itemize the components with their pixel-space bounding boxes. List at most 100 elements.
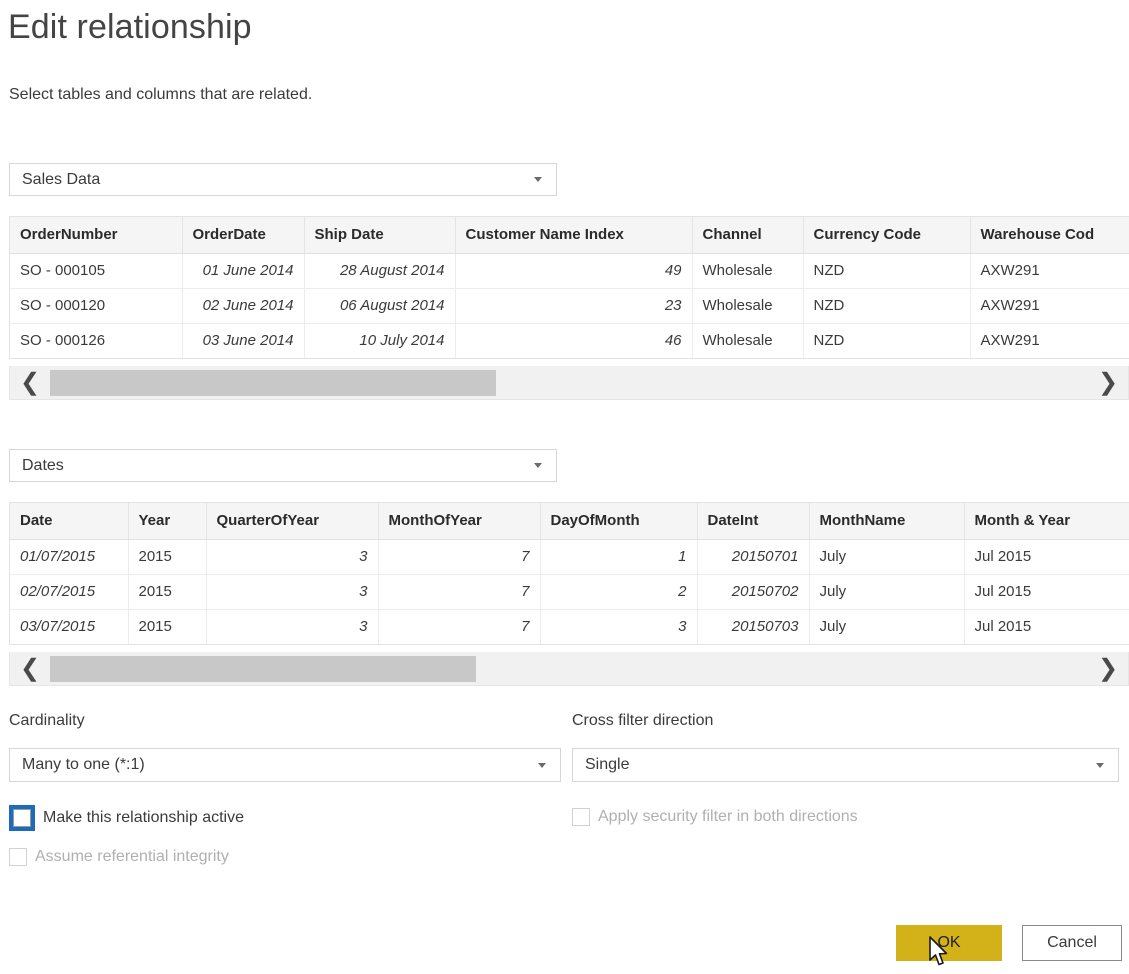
table-cell: 06 August 2014 — [304, 288, 456, 324]
column-header[interactable]: QuarterOfYear — [206, 503, 379, 540]
table-cell: NZD — [803, 253, 971, 289]
table-cell: July — [809, 539, 965, 575]
table-cell: Wholesale — [692, 253, 804, 289]
checkbox-icon — [9, 848, 27, 866]
table-cell: AXW291 — [970, 323, 1129, 358]
table-row: 01/07/2015 2015 3 7 1 20150701 July Jul 2015 — [10, 539, 1129, 575]
apply-security-filter-label: Apply security filter in both directions — [598, 808, 858, 825]
scroll-right-icon[interactable]: ❯ — [1088, 653, 1128, 685]
preview-grid-primary: OrderNumber OrderDate Ship Date Customer Na… — [9, 216, 1129, 359]
make-relationship-active-label: Make this relationship active — [43, 809, 244, 826]
cancel-button[interactable]: Cancel — [1022, 925, 1122, 961]
scrollbar-thumb[interactable] — [50, 369, 497, 396]
cardinality-select[interactable]: Many to one (*:1) — [9, 748, 561, 782]
make-relationship-active-checkbox[interactable]: Make this relationship active — [9, 805, 244, 831]
preview-grid-related: Date Year QuarterOfYear MonthOfYear DayOfMon… — [9, 502, 1129, 645]
table-cell: 1 — [540, 539, 698, 575]
table-cell: 2015 — [128, 574, 207, 610]
table-cell: 7 — [378, 574, 541, 610]
table-row: SO - 000105 01 June 2014 28 August 2014 49 W… — [10, 253, 1129, 289]
table-cell: 01 June 2014 — [182, 253, 305, 289]
table-row: 03/07/2015 2015 3 7 3 20150703 July Jul 2015 — [10, 609, 1129, 644]
edit-relationship-dialog: Edit relationship Select tables and colu… — [0, 0, 1129, 974]
preview-table-primary: OrderNumber OrderDate Ship Date Customer Na… — [10, 217, 1129, 358]
chevron-down-icon — [534, 463, 542, 468]
assume-referential-integrity-checkbox: Assume referential integrity — [9, 848, 229, 866]
focus-ring — [9, 805, 35, 831]
scrollbar-thumb[interactable] — [50, 655, 476, 682]
table-cell: July — [809, 574, 965, 610]
table-cell: 3 — [206, 609, 379, 644]
table-cell: SO - 000120 — [10, 288, 183, 324]
dialog-subtitle: Select tables and columns that are relat… — [9, 86, 313, 103]
preview-table-related: Date Year QuarterOfYear MonthOfYear DayOfMon… — [10, 503, 1129, 644]
scrollbar-track[interactable] — [50, 653, 1088, 684]
column-header[interactable]: OrderDate — [182, 217, 305, 254]
table-select-primary[interactable]: Sales Data — [9, 163, 557, 196]
column-header[interactable]: Customer Name Index — [455, 217, 693, 254]
table-cell: 02 June 2014 — [182, 288, 305, 324]
horizontal-scrollbar-related[interactable]: ❮ ❯ — [9, 652, 1129, 686]
column-header[interactable]: DateInt — [697, 503, 810, 540]
table-cell: 2015 — [128, 609, 207, 644]
column-header[interactable]: Date — [10, 503, 129, 540]
table-cell: 28 August 2014 — [304, 253, 456, 289]
table-body: SO - 000105 01 June 2014 28 August 2014 49 W… — [10, 253, 1129, 358]
cross-filter-direction-label: Cross filter direction — [572, 712, 714, 729]
column-header[interactable]: Warehouse Cod — [970, 217, 1129, 254]
table-cell: 46 — [455, 323, 693, 358]
cross-filter-direction-select[interactable]: Single — [572, 748, 1119, 782]
table-select-related[interactable]: Dates — [9, 449, 557, 482]
column-header[interactable]: OrderNumber — [10, 217, 183, 254]
table-cell: Jul 2015 — [964, 574, 1129, 610]
column-header[interactable]: Month & Year — [964, 503, 1129, 540]
scroll-left-icon[interactable]: ❮ — [10, 653, 50, 685]
table-body: 01/07/2015 2015 3 7 1 20150701 July Jul 2015 02/… — [10, 539, 1129, 644]
table-cell: 23 — [455, 288, 693, 324]
table-cell: 2015 — [128, 539, 207, 575]
table-cell: 01/07/2015 — [10, 539, 129, 575]
cardinality-label: Cardinality — [9, 712, 85, 729]
table-cell: 10 July 2014 — [304, 323, 456, 358]
column-header[interactable]: MonthName — [809, 503, 965, 540]
table-cell: 2 — [540, 574, 698, 610]
horizontal-scrollbar-primary[interactable]: ❮ ❯ — [9, 366, 1129, 400]
scrollbar-track[interactable] — [50, 367, 1088, 398]
table-cell: 7 — [378, 609, 541, 644]
column-header[interactable]: Currency Code — [803, 217, 971, 254]
table-cell: 20150703 — [697, 609, 810, 644]
table-header-row: OrderNumber OrderDate Ship Date Customer Na… — [10, 217, 1129, 254]
table-row: SO - 000120 02 June 2014 06 August 2014 23 W… — [10, 288, 1129, 324]
table-cell: AXW291 — [970, 288, 1129, 324]
ok-button[interactable]: OK — [896, 925, 1002, 961]
table-cell: 7 — [378, 539, 541, 575]
column-header[interactable]: DayOfMonth — [540, 503, 698, 540]
checkbox-icon[interactable] — [13, 809, 31, 827]
table-cell: SO - 000105 — [10, 253, 183, 289]
table-cell: 20150701 — [697, 539, 810, 575]
column-header[interactable]: Ship Date — [304, 217, 456, 254]
table-select-related-value: Dates — [22, 456, 64, 474]
table-cell: 49 — [455, 253, 693, 289]
table-cell: Wholesale — [692, 323, 804, 358]
table-cell: July — [809, 609, 965, 644]
column-header[interactable]: Year — [128, 503, 207, 540]
scroll-right-icon[interactable]: ❯ — [1088, 367, 1128, 399]
table-cell: Jul 2015 — [964, 609, 1129, 644]
cross-filter-direction-value: Single — [585, 756, 630, 773]
table-row: SO - 000126 03 June 2014 10 July 2014 46 Who… — [10, 323, 1129, 358]
table-cell: SO - 000126 — [10, 323, 183, 358]
column-header[interactable]: Channel — [692, 217, 804, 254]
table-cell: NZD — [803, 323, 971, 358]
cardinality-value: Many to one (*:1) — [22, 756, 145, 773]
column-header[interactable]: MonthOfYear — [378, 503, 541, 540]
table-row: 02/07/2015 2015 3 7 2 20150702 July Jul 2015 — [10, 574, 1129, 610]
table-header-row: Date Year QuarterOfYear MonthOfYear DayOfMon… — [10, 503, 1129, 540]
table-cell: Wholesale — [692, 288, 804, 324]
table-cell: 3 — [540, 609, 698, 644]
scroll-left-icon[interactable]: ❮ — [10, 367, 50, 399]
table-cell: NZD — [803, 288, 971, 324]
table-cell: 02/07/2015 — [10, 574, 129, 610]
apply-security-filter-checkbox: Apply security filter in both directions — [572, 808, 858, 826]
page-title: Edit relationship — [8, 8, 252, 46]
